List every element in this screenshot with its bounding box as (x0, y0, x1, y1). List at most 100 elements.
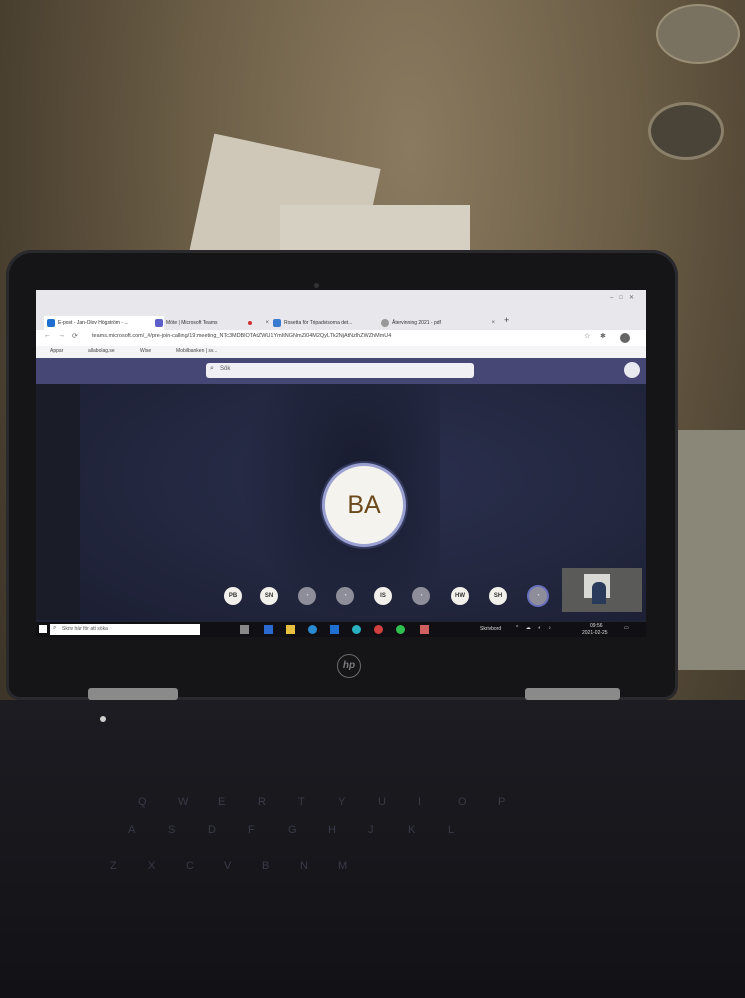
keyboard-key[interactable]: S (168, 824, 175, 836)
keyboard-key[interactable]: E (218, 796, 225, 808)
keyboard-key[interactable]: Q (138, 796, 147, 808)
photo-scene: E-post - Jan-Olov Högström - ... × Möte … (0, 0, 745, 998)
outlook-icon (47, 319, 55, 327)
outlook-icon[interactable] (330, 625, 339, 634)
keyboard-key[interactable]: D (208, 824, 216, 836)
keyboard-key[interactable]: R (258, 796, 266, 808)
desktop-toolbar-label[interactable]: Skrivbord (480, 626, 501, 632)
wall-hole-middle (648, 102, 724, 160)
background-paper-right (676, 430, 745, 670)
keyboard-key[interactable]: K (408, 824, 415, 836)
keyboard-key[interactable]: N (300, 860, 308, 872)
chrome-icon[interactable] (374, 625, 383, 634)
keyboard-key[interactable]: C (186, 860, 194, 872)
keyboard-key[interactable]: G (288, 824, 297, 836)
participant-avatar[interactable]: HW (451, 587, 469, 605)
bookmark-item[interactable]: Appar (50, 348, 63, 354)
keyboard-key[interactable]: A (128, 824, 135, 836)
tab-label: E-post - Jan-Olov Högström - ... (58, 320, 129, 326)
participant-avatar[interactable]: ◔ (336, 587, 354, 605)
laptop-keyboard: Q W E R T Y U I O P A S D F G H J K L Z X C V B N M (0, 700, 745, 998)
bookmarks-bar: Appar allabolag.se Wise Mobilbanken | sv… (36, 346, 646, 358)
edge-icon[interactable] (308, 625, 317, 634)
keyboard-key[interactable]: T (298, 796, 305, 808)
keyboard-key[interactable]: P (498, 796, 505, 808)
person-icon: ◔ (343, 593, 347, 599)
hinge-right (525, 688, 620, 700)
browser-tab-bar: E-post - Jan-Olov Högström - ... × Möte … (36, 290, 646, 330)
edge-new-icon[interactable] (352, 625, 361, 634)
keyboard-key[interactable]: F (248, 824, 255, 836)
participant-avatar[interactable]: IS (374, 587, 392, 605)
clock-date[interactable]: 2021-02-25 (582, 630, 608, 636)
participant-avatar[interactable]: ◔ (529, 587, 547, 605)
back-icon[interactable]: ← (44, 332, 51, 339)
wall-hole-top (656, 4, 740, 64)
teams-search-input[interactable]: ⌕ Sök (206, 363, 474, 378)
user-avatar[interactable] (624, 362, 640, 378)
keyboard-key[interactable]: L (448, 824, 454, 836)
spotify-icon[interactable] (396, 625, 405, 634)
new-tab-button[interactable]: + (504, 315, 509, 325)
address-bar: ← → ⟳ teams.microsoft.com/_#/pre-join-ca… (36, 330, 646, 346)
file-explorer-icon[interactable] (286, 625, 295, 634)
participant-avatar[interactable]: PB (224, 587, 242, 605)
forward-icon[interactable]: → (58, 332, 65, 339)
keyboard-key[interactable]: Y (338, 796, 345, 808)
keyboard-key[interactable]: U (378, 796, 386, 808)
windows-taskbar: ⌕ Skriv här för att söka Skrivbord ^ ☁ ◐… (36, 622, 646, 637)
search-placeholder: Sök (220, 366, 231, 372)
participant-avatar[interactable]: ◔ (298, 587, 316, 605)
participant-avatar[interactable]: SN (260, 587, 278, 605)
profile-avatar[interactable] (620, 333, 630, 343)
keyboard-key[interactable]: H (328, 824, 336, 836)
close-icon[interactable]: × (491, 316, 495, 330)
browser-tab-email[interactable]: E-post - Jan-Olov Högström - ... × (44, 316, 164, 330)
keyboard-key[interactable]: J (368, 824, 374, 836)
mail-icon[interactable] (264, 625, 273, 634)
windows-start-icon[interactable] (39, 625, 47, 633)
keyboard-key[interactable]: B (262, 860, 269, 872)
url-field[interactable]: teams.microsoft.com/_#/pre-join-calling/… (92, 333, 391, 339)
recording-dot-icon (248, 321, 252, 325)
search-icon: ⌕ (53, 625, 57, 631)
teams-left-rail (36, 384, 80, 620)
person-icon: ◔ (305, 593, 309, 599)
participant-avatar[interactable]: ◔ (412, 587, 430, 605)
participant-avatar[interactable]: SH (489, 587, 507, 605)
bookmark-item[interactable]: Wise (140, 348, 151, 354)
keyboard-key[interactable]: V (224, 860, 231, 872)
browser-tab-teams[interactable]: Möte | Microsoft Teams × (152, 316, 272, 330)
bookmark-item[interactable]: Mobilbanken | sv... (176, 348, 217, 354)
tab-label: Möte | Microsoft Teams (166, 320, 218, 326)
teams-icon[interactable] (420, 625, 429, 634)
keyboard-key[interactable]: W (178, 796, 188, 808)
tab-label: Återvinning 2021 - pdf (392, 320, 441, 326)
extensions-icon[interactable]: ✱ (600, 332, 606, 340)
keyboard-key[interactable]: I (418, 796, 421, 808)
browser-tab-rosetta[interactable]: Rosetta för Tripadvisorna det... × (270, 316, 390, 330)
system-tray-icons[interactable]: ^ ☁ ◐ ♪ (516, 625, 554, 631)
search-icon: ⌕ (210, 365, 214, 372)
notifications-icon[interactable]: ▭ (624, 625, 629, 631)
browser-tab-pdf[interactable]: Återvinning 2021 - pdf × (378, 316, 498, 330)
tab-label: Rosetta för Tripadvisorna det... (284, 320, 353, 326)
chrome-icon (381, 319, 389, 327)
bookmark-item[interactable]: allabolag.se (88, 348, 115, 354)
window-controls[interactable]: –□✕ (610, 294, 640, 301)
power-led-icon (100, 716, 106, 722)
clock-time[interactable]: 09:56 (590, 623, 603, 629)
person-icon: ◔ (419, 593, 423, 599)
keyboard-key[interactable]: Z (110, 860, 117, 872)
star-icon[interactable]: ☆ (584, 332, 590, 340)
self-view-video[interactable] (562, 568, 642, 612)
keyboard-key[interactable]: X (148, 860, 155, 872)
taskbar-search-input[interactable]: ⌕ Skriv här för att söka (50, 624, 200, 635)
close-icon[interactable]: × (265, 316, 269, 330)
task-view-icon[interactable] (240, 625, 249, 634)
teams-header: ⌕ Sök (36, 358, 646, 384)
keyboard-key[interactable]: M (338, 860, 347, 872)
main-participant-avatar[interactable]: BA (322, 463, 406, 547)
reload-icon[interactable]: ⟳ (72, 332, 78, 340)
keyboard-key[interactable]: O (458, 796, 467, 808)
